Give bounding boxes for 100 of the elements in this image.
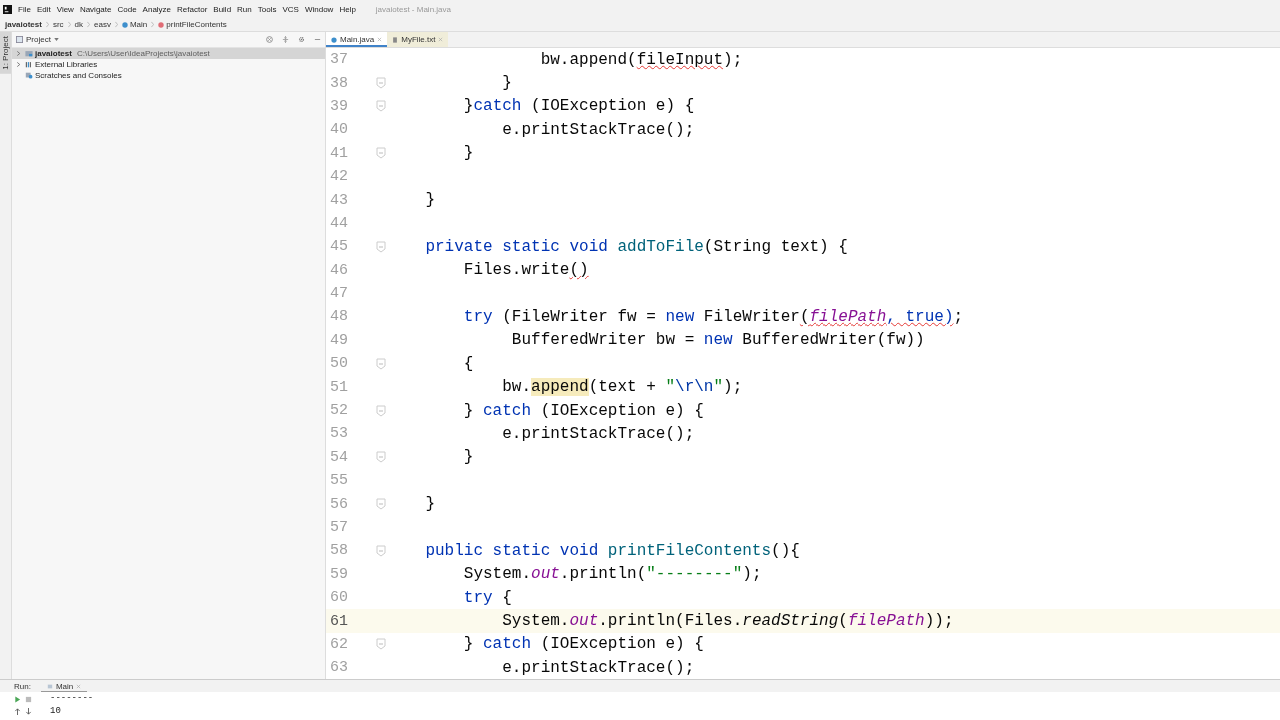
breadcrumb[interactable]: javaiotest — [5, 20, 42, 29]
line-number: 45 — [329, 238, 348, 256]
console-output: -------- — [50, 693, 94, 703]
code-line: } — [424, 191, 435, 210]
project-tool-tab[interactable]: 1: Project — [0, 32, 11, 74]
console-icon — [46, 683, 53, 689]
fold-marker-icon[interactable] — [376, 77, 386, 90]
menu-item[interactable]: Window — [304, 4, 334, 14]
code-line: } — [501, 74, 512, 93]
code-line: bw.append(fileInput); — [539, 50, 743, 69]
menu-item[interactable]: View — [56, 4, 74, 14]
locate-icon[interactable] — [266, 36, 273, 43]
panel-icon — [16, 36, 23, 43]
tree-item[interactable]: Scratches and Consoles — [12, 70, 325, 81]
menu-item[interactable]: Edit — [36, 4, 51, 14]
fold-marker-icon[interactable] — [376, 544, 386, 557]
chevron-icon — [151, 21, 155, 28]
down-arrow-icon[interactable] — [25, 708, 32, 715]
module-folder-icon — [25, 50, 33, 57]
code-line: } catch (IOException e) { — [462, 635, 704, 654]
chevron-icon — [45, 21, 49, 28]
line-number: 61 — [329, 612, 348, 630]
code-line: }catch (IOException e) { — [462, 97, 695, 116]
line-number: 53 — [329, 425, 348, 443]
console-output: 10 — [50, 706, 62, 716]
tree-item[interactable]: javaiotest C:\Users\User\IdeaProjects\javaiotest — [12, 48, 325, 59]
library-icon — [25, 61, 33, 68]
line-number: 52 — [329, 402, 348, 420]
code-line: } — [462, 144, 474, 163]
tree-item[interactable]: External Libraries — [12, 59, 325, 70]
minimize-icon[interactable] — [314, 36, 321, 43]
editor-tab[interactable]: MyFile.txt — [387, 32, 449, 47]
fold-marker-icon[interactable] — [376, 404, 386, 417]
code-line: } — [424, 495, 435, 514]
fold-marker-icon[interactable] — [376, 147, 386, 160]
chevron-icon — [87, 21, 91, 28]
run-label: Run: — [14, 681, 31, 691]
line-number: 48 — [329, 308, 348, 326]
collapse-icon[interactable] — [282, 36, 289, 43]
run-tab[interactable]: Main — [40, 680, 88, 692]
line-number: 37 — [329, 51, 348, 69]
fold-marker-icon[interactable] — [376, 498, 386, 511]
fold-marker-icon[interactable] — [376, 451, 386, 464]
close-icon[interactable] — [377, 37, 383, 42]
menu-item[interactable]: Code — [117, 4, 137, 14]
fold-marker-icon[interactable] — [376, 638, 386, 651]
line-number: 49 — [329, 331, 348, 349]
run-icon[interactable] — [14, 696, 21, 703]
code-line: { — [462, 354, 474, 373]
menu-item[interactable]: Build — [213, 4, 232, 14]
code-line: private static void addToFile(String text) { — [424, 237, 848, 256]
line-number: 51 — [329, 378, 348, 396]
breadcrumb[interactable]: easv — [94, 20, 111, 29]
code-line: e.printStackTrace(); — [501, 658, 695, 677]
editor-tab[interactable]: Main.java — [326, 32, 388, 47]
stop-icon[interactable] — [25, 696, 32, 703]
line-number: 57 — [329, 519, 348, 536]
panel-title[interactable]: Project — [26, 35, 51, 44]
java-class-icon — [331, 36, 337, 43]
menu-item[interactable]: Analyze — [142, 4, 172, 14]
line-number: 44 — [329, 214, 348, 232]
code-line: System.out.println("--------"); — [462, 565, 762, 584]
fold-marker-icon[interactable] — [376, 100, 386, 113]
code-line: bw.append(text + "\r\n"); — [501, 378, 743, 397]
fold-marker-icon[interactable] — [376, 357, 386, 370]
line-number: 59 — [329, 565, 348, 583]
breadcrumb[interactable]: src — [52, 20, 64, 29]
method-icon — [158, 21, 165, 28]
menu-item[interactable]: File — [18, 4, 31, 14]
close-icon[interactable] — [438, 37, 444, 42]
line-number: 55 — [329, 472, 348, 490]
line-number: 62 — [329, 635, 348, 653]
line-number: 60 — [329, 589, 348, 607]
chevron-icon — [67, 21, 71, 28]
settings-icon[interactable] — [298, 36, 305, 43]
breadcrumb[interactable]: dk — [74, 20, 84, 29]
fold-marker-icon[interactable] — [376, 240, 386, 253]
close-icon[interactable] — [76, 683, 82, 689]
line-number: 38 — [329, 74, 348, 92]
caret-icon[interactable] — [53, 38, 59, 41]
line-number: 50 — [329, 355, 348, 373]
line-number: 43 — [329, 191, 348, 209]
code-line: Files.write() — [462, 261, 589, 280]
menu-item[interactable]: Run — [237, 4, 252, 14]
chevron-icon — [114, 21, 118, 28]
menu-item[interactable]: Refactor — [177, 4, 208, 14]
text-file-icon — [392, 36, 399, 43]
line-number: 46 — [329, 261, 348, 279]
code-line: try (FileWriter fw = new FileWriter(filePath, true); — [462, 308, 964, 326]
menu-item[interactable]: Help — [339, 4, 356, 14]
menu-item[interactable]: Navigate — [79, 4, 112, 14]
scratch-icon — [25, 72, 33, 79]
breadcrumb[interactable]: Main — [129, 20, 148, 29]
menu-item[interactable]: VCS — [282, 4, 299, 14]
breadcrumb[interactable]: printFileContents — [166, 20, 227, 29]
code-line: public static void printFileContents(){ — [424, 541, 800, 560]
up-arrow-icon[interactable] — [14, 708, 21, 715]
line-number: 54 — [329, 448, 348, 466]
line-number: 40 — [329, 121, 348, 139]
menu-item[interactable]: Tools — [257, 4, 277, 14]
